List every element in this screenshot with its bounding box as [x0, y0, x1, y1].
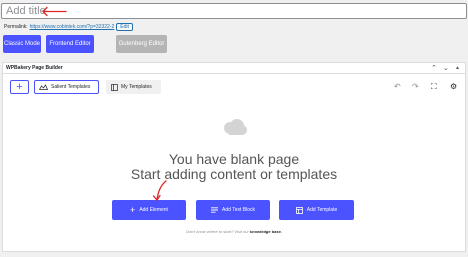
template-icon	[295, 206, 303, 214]
cloud-icon	[224, 119, 247, 135]
page-builder-header: WPBakery Page Builder	[3, 63, 465, 74]
frontend-editor-button[interactable]: Frontend Editor	[46, 35, 94, 53]
my-templates-button[interactable]: My Templates	[106, 80, 161, 94]
add-template-label: Add Template	[306, 207, 338, 213]
fullscreen-icon[interactable]: ⛶	[431, 83, 437, 91]
help-prefix: Don't know where to start? Visit our	[186, 229, 250, 234]
knowledge-base-link[interactable]: knowledge base.	[250, 229, 282, 234]
post-title-input[interactable]	[1, 3, 467, 19]
templates-icon	[39, 84, 48, 90]
help-text: Don't know where to start? Visit our kno…	[3, 229, 465, 234]
permalink-edit-button[interactable]: Edit	[116, 23, 133, 31]
permalink-url[interactable]: https://www.cobintek.com/?p=32322-2	[30, 24, 115, 30]
classic-mode-button[interactable]: Classic Mode	[3, 35, 41, 53]
page-builder-title: WPBakery Page Builder	[6, 65, 63, 71]
add-text-block-button[interactable]: Add Text Block	[196, 200, 270, 220]
gear-icon[interactable]: ⚙	[450, 83, 457, 91]
gutenberg-editor-button[interactable]: Gutenberg Editor	[116, 35, 167, 53]
redo-icon[interactable]: ↷	[412, 83, 419, 91]
collapse-triangle-icon[interactable]: ▲	[455, 65, 460, 72]
permalink-row: Permalink: https://www.cobintek.com/?p=3…	[4, 22, 133, 32]
chevron-up-icon[interactable]: ⌃	[431, 65, 437, 72]
chevron-down-icon[interactable]: ⌄	[443, 65, 449, 72]
add-text-block-label: Add Text Block	[222, 207, 255, 213]
blank-page-title: You have blank page	[168, 151, 300, 167]
add-template-button[interactable]: Add Template	[279, 200, 354, 220]
add-element-button[interactable]: + Add Element	[112, 200, 186, 220]
salient-templates-label: Salient Templates	[51, 84, 91, 90]
page-builder-panel: WPBakery Page Builder ⌃ ⌄ ▲ + Salient Te…	[2, 62, 466, 252]
text-block-icon	[211, 207, 218, 213]
plus-icon: +	[130, 204, 136, 215]
add-element-label: Add Element	[139, 207, 168, 213]
permalink-label: Permalink:	[4, 24, 28, 30]
add-element-plus-button[interactable]: +	[10, 80, 29, 94]
undo-icon[interactable]: ↶	[394, 83, 401, 91]
blank-page-subtitle: Start adding content or templates	[130, 166, 338, 182]
my-templates-label: My Templates	[121, 84, 152, 90]
my-templates-icon	[111, 83, 118, 91]
salient-templates-button[interactable]: Salient Templates	[34, 80, 99, 94]
